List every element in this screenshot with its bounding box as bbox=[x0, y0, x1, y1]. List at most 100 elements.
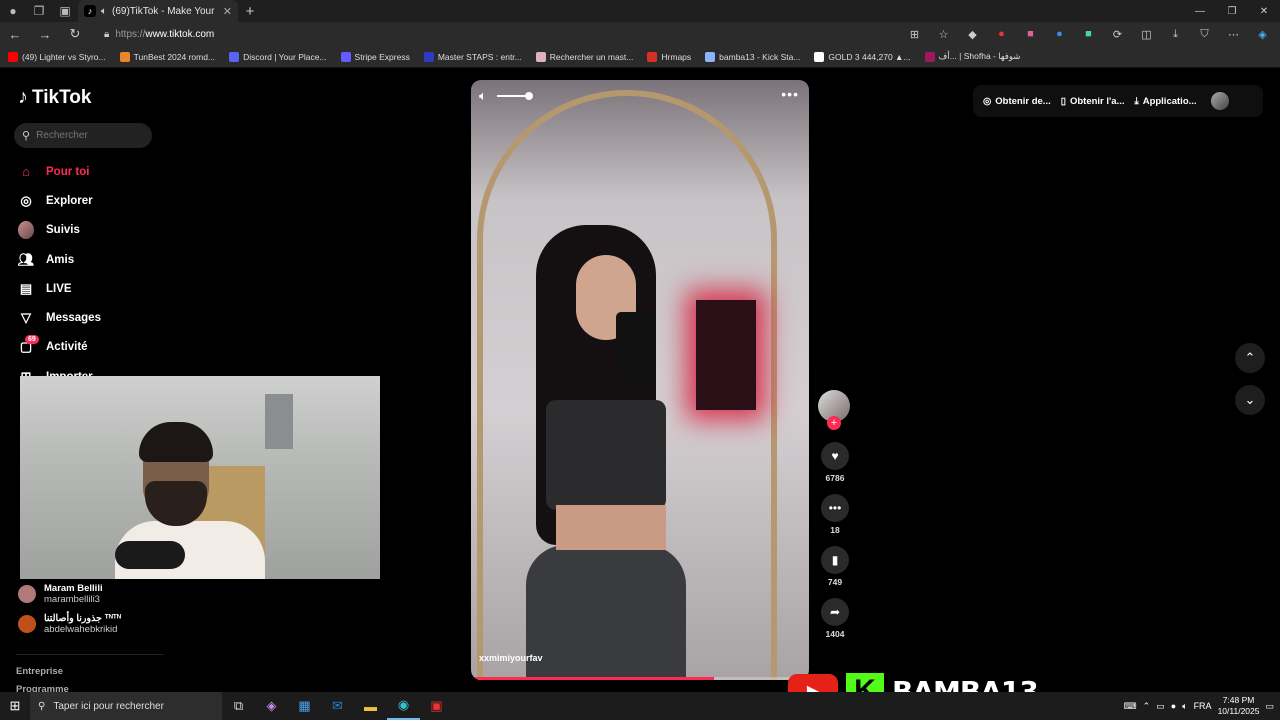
profile-icon[interactable]: ● bbox=[0, 0, 26, 22]
bookmark-item[interactable]: GOLD 3 444,270 ▲... bbox=[814, 51, 911, 62]
video-player[interactable]: 🔈︎ ••• xxmimiyourfav bbox=[471, 80, 809, 680]
coin-icon: ◎ bbox=[983, 95, 992, 107]
bookmark-item[interactable]: TunBest 2024 romd... bbox=[119, 51, 215, 62]
nav-item-suivis[interactable]: Suivis bbox=[18, 216, 101, 245]
lock-icon[interactable]: 🔒︎ bbox=[104, 29, 109, 40]
extension-red-icon[interactable]: ● bbox=[992, 27, 1011, 41]
maximize-button[interactable]: ❐ bbox=[1216, 0, 1248, 22]
like-button[interactable]: ♥ bbox=[821, 442, 849, 470]
volume-slider[interactable] bbox=[496, 92, 533, 100]
mic-icon[interactable]: ● bbox=[1171, 701, 1176, 711]
refresh-extension-icon[interactable]: ⟳ bbox=[1108, 27, 1127, 41]
nav-item-messages[interactable]: ▽ Messages bbox=[18, 303, 101, 332]
app-window-icon[interactable]: ▣ bbox=[420, 692, 453, 720]
bookmark-item[interactable]: Hrmaps bbox=[647, 51, 691, 62]
creator-avatar[interactable]: + bbox=[818, 390, 850, 430]
search-input[interactable] bbox=[36, 130, 137, 141]
extension-shield-icon[interactable]: ⛉ bbox=[1195, 27, 1214, 41]
follow-plus-icon[interactable]: + bbox=[827, 416, 841, 430]
more-options-icon[interactable]: ••• bbox=[781, 86, 799, 102]
video-progress-fill bbox=[471, 677, 715, 680]
new-tab-button[interactable]: + bbox=[238, 3, 262, 20]
split-screen-icon[interactable]: ◫ bbox=[1137, 27, 1156, 41]
suggested-account[interactable]: Maram Bellili marambellili3 bbox=[18, 583, 121, 605]
outlook-icon[interactable]: ✉ bbox=[321, 692, 354, 720]
app-available-icon[interactable]: ⊞ bbox=[905, 27, 924, 41]
volume-icon[interactable]: 🔈︎ bbox=[1182, 701, 1187, 712]
volume-control[interactable]: 🔈︎ bbox=[479, 88, 533, 104]
volume-knob[interactable] bbox=[524, 92, 533, 100]
keyboard-icon[interactable]: ⌨ bbox=[1124, 701, 1137, 712]
extensions-toolbar: ⊞ ☆ ◆ ● ■ ● ■ ⟳ ◫ ⤓ ⛉ ⋯ ◈ bbox=[905, 22, 1272, 46]
store-icon[interactable]: ▦ bbox=[288, 692, 321, 720]
avatar bbox=[18, 615, 36, 633]
download-icon[interactable]: ⤓ bbox=[1166, 27, 1185, 41]
suggested-account[interactable]: جذورنا وأصالتنا ᵀᴺᵀᴺ abdelwahebkrikid bbox=[18, 613, 121, 635]
copilot-icon[interactable]: ◈ bbox=[1253, 27, 1272, 41]
nav-item-amis[interactable]: 👥︎ Amis bbox=[18, 245, 101, 274]
nav-item-pour-toi[interactable]: ⌂ Pour toi bbox=[18, 157, 101, 186]
refresh-button[interactable]: ↻ bbox=[60, 22, 90, 46]
nav-item-live[interactable]: ▤ LIVE bbox=[18, 274, 101, 303]
extension-pink-icon[interactable]: ■ bbox=[1021, 27, 1040, 41]
back-button[interactable]: ← bbox=[0, 22, 30, 46]
footer-link-entreprise[interactable]: Entreprise bbox=[16, 666, 63, 677]
minimize-button[interactable]: — bbox=[1184, 0, 1216, 22]
network-icon[interactable]: ▭ bbox=[1156, 701, 1165, 712]
volume-icon[interactable]: 🔈︎ bbox=[479, 88, 487, 104]
notifications-icon[interactable]: ▭ bbox=[1265, 701, 1274, 712]
next-video-button[interactable]: ⌄ bbox=[1235, 385, 1265, 415]
bookmarks-bar: (49) Lighter vs Styro... TunBest 2024 ro… bbox=[0, 46, 1280, 68]
workspaces-icon[interactable]: ❐ bbox=[26, 0, 52, 22]
previous-video-button[interactable]: ⌃ bbox=[1235, 343, 1265, 373]
url-host: www.tiktok.com bbox=[145, 28, 215, 40]
nav-item-explorer[interactable]: ◎ Explorer bbox=[18, 186, 101, 215]
nav-item-activite[interactable]: ▢ 69 Activité bbox=[18, 333, 101, 362]
clock[interactable]: 7:48 PM 10/11/2025 bbox=[1218, 695, 1260, 717]
phone bbox=[616, 312, 656, 382]
bookmark-item[interactable]: (49) Lighter vs Styro... bbox=[8, 51, 106, 62]
save-button[interactable]: ▮ bbox=[821, 546, 849, 574]
bookmark-item[interactable]: Discord | Your Place... bbox=[229, 51, 327, 62]
share-button[interactable]: ➦ bbox=[821, 598, 849, 626]
get-app-button[interactable]: ▯ Obtenir l'a... bbox=[1061, 96, 1125, 107]
windows-start-icon[interactable]: ⊞ bbox=[0, 692, 30, 720]
menu-dots-icon[interactable]: ⋯ bbox=[1224, 27, 1243, 41]
bookmark-favicon-icon bbox=[119, 51, 130, 62]
bookmark-item[interactable]: Stripe Express bbox=[340, 51, 410, 62]
extension-diamond-icon[interactable]: ◆ bbox=[963, 27, 982, 41]
bookmark-item[interactable]: bamba13 - Kick Sta... bbox=[705, 51, 800, 62]
task-view-icon[interactable]: ⧉ bbox=[222, 692, 255, 720]
url-field[interactable]: 🔒︎ https://www.tiktok.com bbox=[104, 22, 214, 46]
tiktok-logo[interactable]: ♪ TikTok bbox=[18, 86, 91, 109]
copilot-app-icon[interactable]: ◈ bbox=[255, 692, 288, 720]
extension-green-icon[interactable]: ■ bbox=[1079, 27, 1098, 41]
profile-avatar[interactable] bbox=[1210, 92, 1229, 110]
video-author[interactable]: xxmimiyourfav bbox=[479, 653, 543, 663]
language-indicator[interactable]: FRA bbox=[1194, 701, 1212, 711]
favorite-star-icon[interactable]: ☆ bbox=[934, 27, 953, 41]
bookmark-item[interactable]: أف... | Shofha - شوفها bbox=[924, 51, 1020, 62]
bookmark-item[interactable]: Rechercher un mast... bbox=[535, 51, 633, 62]
search-box[interactable]: ⚲ bbox=[14, 123, 152, 148]
phone-icon: ▯ bbox=[1060, 95, 1066, 107]
tab-actions-icon[interactable]: ▣ bbox=[52, 0, 78, 22]
file-explorer-icon[interactable]: ▬ bbox=[354, 692, 387, 720]
comment-icon: ••• bbox=[828, 501, 842, 515]
edge-browser-icon[interactable]: ◉ bbox=[387, 692, 420, 720]
extension-blue-icon[interactable]: ● bbox=[1050, 27, 1069, 41]
tiktok-favicon-icon: ♪ bbox=[84, 5, 96, 17]
comment-button[interactable]: ••• bbox=[821, 494, 849, 522]
tab-tiktok[interactable]: ♪ 🔈︎ (69)TikTok - Make Your Day ✕ bbox=[78, 0, 238, 22]
forward-button[interactable]: → bbox=[30, 22, 60, 46]
bookmark-item[interactable]: Master STAPS : entr... bbox=[423, 51, 522, 62]
desktop-app-button[interactable]: ⤓ Applicatio... bbox=[1135, 96, 1197, 107]
close-tab-icon[interactable]: ✕ bbox=[223, 5, 232, 18]
video-actions: + ♥ 6786 ••• 18 ▮ 749 ➦ 1404 bbox=[818, 390, 852, 650]
video-progress-bar[interactable] bbox=[471, 677, 809, 680]
get-coins-button[interactable]: ◎ Obtenir de... bbox=[983, 96, 1051, 107]
taskbar-search[interactable]: ⚲ Taper ici pour rechercher bbox=[30, 692, 222, 720]
speaker-icon[interactable]: 🔈︎ bbox=[101, 6, 107, 17]
close-window-button[interactable]: ✕ bbox=[1248, 0, 1280, 22]
show-hidden-icons-icon[interactable]: ⌃ bbox=[1143, 701, 1151, 712]
